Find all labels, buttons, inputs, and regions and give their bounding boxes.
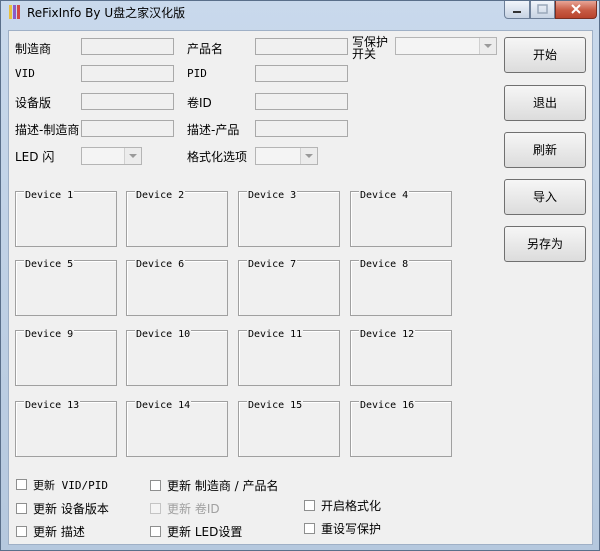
reset-write-protect-checkbox[interactable]: 重设写保护 bbox=[304, 520, 381, 536]
desc-manufacturer-label: 描述-制造商 bbox=[15, 123, 80, 137]
write-protect-combo[interactable] bbox=[395, 37, 497, 55]
device-box-3: Device 3 bbox=[238, 190, 340, 247]
update-manufacturer-product-checkbox[interactable]: 更新 制造商 / 产品名 bbox=[150, 477, 279, 493]
update-vid-pid-checkbox[interactable]: 更新 VID/PID bbox=[16, 477, 108, 493]
update-description-checkbox[interactable]: 更新 描述 bbox=[16, 523, 85, 539]
product-name-label: 产品名 bbox=[187, 42, 224, 56]
device-box-4: Device 4 bbox=[350, 190, 452, 247]
app-icon bbox=[9, 5, 20, 19]
checkbox-label: 更新 卷ID bbox=[167, 502, 220, 516]
device-box-1: Device 1 bbox=[15, 190, 117, 247]
device-label: Device 15 bbox=[247, 400, 304, 412]
import-button[interactable]: 导入 bbox=[504, 179, 586, 215]
checkbox-box[interactable] bbox=[304, 500, 315, 511]
minimize-button[interactable] bbox=[504, 1, 530, 19]
app-window: ReFixInfo By U盘之家汉化版 制造商 产品名 写保护 开关 VID P… bbox=[0, 0, 600, 551]
device-label: Device 11 bbox=[247, 329, 304, 341]
device-box-9: Device 9 bbox=[15, 329, 117, 386]
device-label: Device 6 bbox=[135, 259, 186, 271]
chevron-down-icon[interactable] bbox=[300, 148, 317, 164]
pid-label: PID bbox=[187, 67, 207, 80]
device-box-7: Device 7 bbox=[238, 259, 340, 316]
product-name-field[interactable] bbox=[255, 38, 348, 55]
led-flash-label: LED 闪 bbox=[15, 150, 55, 164]
format-option-label: 格式化选项 bbox=[187, 150, 248, 164]
checkbox-label: 重设写保护 bbox=[321, 522, 382, 536]
manufacturer-label: 制造商 bbox=[15, 42, 52, 56]
update-led-checkbox[interactable]: 更新 LED设置 bbox=[150, 523, 242, 539]
manufacturer-field[interactable] bbox=[81, 38, 174, 55]
checkbox-label: 更新 LED设置 bbox=[167, 525, 243, 539]
device-version-field[interactable] bbox=[81, 93, 174, 110]
minimize-icon bbox=[513, 11, 521, 13]
chevron-down-icon[interactable] bbox=[124, 148, 141, 164]
device-label: Device 4 bbox=[359, 190, 410, 202]
device-label: Device 10 bbox=[135, 329, 192, 341]
refresh-button[interactable]: 刷新 bbox=[504, 132, 586, 168]
device-box-6: Device 6 bbox=[126, 259, 228, 316]
device-box-5: Device 5 bbox=[15, 259, 117, 316]
led-flash-combo[interactable] bbox=[81, 147, 142, 165]
device-box-13: Device 13 bbox=[15, 400, 117, 457]
pid-field[interactable] bbox=[255, 65, 348, 82]
device-version-label: 设备版 bbox=[15, 96, 52, 110]
device-label: Device 16 bbox=[359, 400, 416, 412]
device-label: Device 9 bbox=[24, 329, 75, 341]
enable-format-checkbox[interactable]: 开启格式化 bbox=[304, 497, 381, 513]
close-icon bbox=[571, 4, 581, 14]
device-box-2: Device 2 bbox=[126, 190, 228, 247]
client-area: 制造商 产品名 写保护 开关 VID PID 设备版 卷ID 描述-制造商 描述-… bbox=[8, 30, 593, 545]
desc-product-label: 描述-产品 bbox=[187, 123, 240, 137]
vid-label: VID bbox=[15, 67, 35, 80]
update-volume-id-checkbox: 更新 卷ID bbox=[150, 500, 220, 516]
save-as-button[interactable]: 另存为 bbox=[504, 226, 586, 262]
format-option-combo[interactable] bbox=[255, 147, 318, 165]
window-title: ReFixInfo By U盘之家汉化版 bbox=[27, 6, 186, 20]
device-box-12: Device 12 bbox=[350, 329, 452, 386]
device-box-11: Device 11 bbox=[238, 329, 340, 386]
checkbox-label: 更新 制造商 / 产品名 bbox=[167, 479, 279, 493]
close-button[interactable] bbox=[555, 1, 597, 19]
checkbox-box[interactable] bbox=[16, 526, 27, 537]
device-label: Device 5 bbox=[24, 259, 75, 271]
device-label: Device 2 bbox=[135, 190, 186, 202]
device-box-14: Device 14 bbox=[126, 400, 228, 457]
checkbox-box[interactable] bbox=[150, 480, 161, 491]
checkbox-label: 更新 设备版本 bbox=[33, 502, 109, 516]
volume-id-label: 卷ID bbox=[187, 96, 212, 110]
write-protect-label: 写保护 开关 bbox=[352, 35, 389, 61]
device-box-16: Device 16 bbox=[350, 400, 452, 457]
checkbox-box[interactable] bbox=[16, 503, 27, 514]
exit-button[interactable]: 退出 bbox=[504, 85, 586, 121]
device-label: Device 12 bbox=[359, 329, 416, 341]
maximize-button[interactable] bbox=[530, 1, 555, 19]
checkbox-box bbox=[150, 503, 161, 514]
device-label: Device 13 bbox=[24, 400, 81, 412]
vid-field[interactable] bbox=[81, 65, 174, 82]
checkbox-box[interactable] bbox=[150, 526, 161, 537]
device-box-10: Device 10 bbox=[126, 329, 228, 386]
volume-id-field[interactable] bbox=[255, 93, 348, 110]
device-box-15: Device 15 bbox=[238, 400, 340, 457]
title-bar[interactable]: ReFixInfo By U盘之家汉化版 bbox=[1, 1, 599, 23]
chevron-down-icon[interactable] bbox=[479, 38, 496, 54]
desc-product-field[interactable] bbox=[255, 120, 348, 137]
checkbox-label: 更新 描述 bbox=[33, 525, 85, 539]
desc-manufacturer-field[interactable] bbox=[81, 120, 174, 137]
device-label: Device 14 bbox=[135, 400, 192, 412]
checkbox-label: 更新 VID/PID bbox=[33, 479, 108, 492]
update-device-version-checkbox[interactable]: 更新 设备版本 bbox=[16, 500, 109, 516]
device-label: Device 7 bbox=[247, 259, 298, 271]
checkbox-label: 开启格式化 bbox=[321, 499, 382, 513]
device-label: Device 8 bbox=[359, 259, 410, 271]
maximize-icon bbox=[537, 4, 548, 14]
checkbox-box[interactable] bbox=[304, 523, 315, 534]
device-box-8: Device 8 bbox=[350, 259, 452, 316]
checkbox-box[interactable] bbox=[16, 479, 27, 490]
start-button[interactable]: 开始 bbox=[504, 37, 586, 73]
device-label: Device 3 bbox=[247, 190, 298, 202]
device-label: Device 1 bbox=[24, 190, 75, 202]
